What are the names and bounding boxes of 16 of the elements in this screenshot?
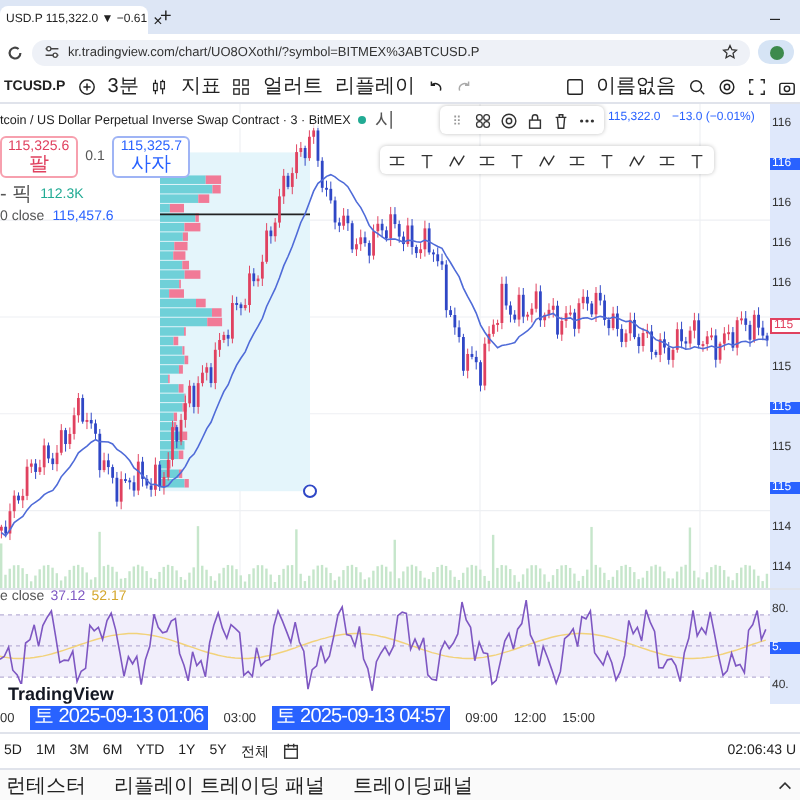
indicators-button[interactable]: 지표: [180, 72, 221, 100]
market-status: 시: [374, 108, 395, 134]
time-label: 토 2025-09-13 04:57: [272, 706, 450, 730]
panel-tab[interactable]: 리플레이 트레이딩 패널: [114, 771, 326, 799]
interval-button[interactable]: 3분: [107, 72, 139, 100]
volume-label: - 픽: [0, 182, 33, 208]
time-label: 토 2025-09-13 01:06: [30, 706, 208, 730]
replay-button[interactable]: 리플레이: [334, 72, 415, 100]
close-tab-button[interactable]: ×: [153, 11, 163, 29]
panel-tab[interactable]: 런테스터: [6, 771, 86, 799]
new-tab-button[interactable]: +: [160, 6, 172, 28]
alerts-button[interactable]: 얼러트: [262, 72, 323, 100]
panel-tab[interactable]: 트레이딩패널: [353, 771, 474, 799]
minimize-button[interactable]: –: [769, 7, 780, 27]
layout-name-button[interactable]: 이름없음: [596, 72, 676, 100]
tradingview-logo[interactable]: TradingView: [8, 684, 114, 704]
